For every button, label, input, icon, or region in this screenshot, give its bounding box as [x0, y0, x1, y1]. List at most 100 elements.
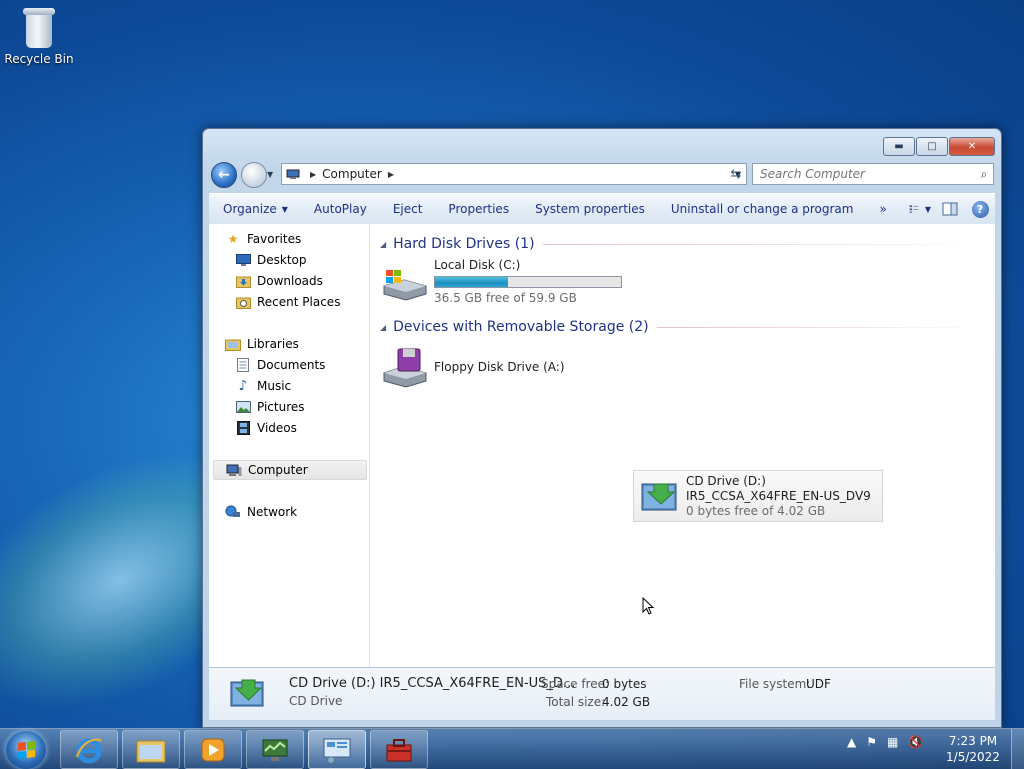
sidebar-item-music[interactable]: ♪ Music — [235, 376, 365, 396]
sidebar-item-label: Videos — [257, 421, 297, 435]
sidebar-item-label: Recent Places — [257, 295, 341, 309]
back-button[interactable]: ← — [211, 162, 237, 188]
sidebar-item-network[interactable]: Network — [225, 502, 365, 522]
sidebar-item-label: Favorites — [247, 232, 302, 246]
refresh-icon: ⇆ — [730, 166, 742, 182]
recycle-bin-icon — [22, 6, 56, 50]
taskbar-control-panel[interactable] — [308, 730, 366, 769]
autoplay-button[interactable]: AutoPlay — [300, 194, 379, 224]
group-header-label: Devices with Removable Storage (2) — [393, 319, 649, 335]
view-options-icon — [909, 205, 919, 213]
action-center-flag-icon[interactable]: ⚑ — [866, 735, 877, 749]
explorer-window: ▬ □ ✕ ← ▼ ▶ Computer ▶ ▼ ⇆ ⌕ Organize ▼ A… — [202, 128, 1002, 728]
drive-name: Floppy Disk Drive (A:) — [434, 359, 565, 374]
breadcrumb-separator-icon[interactable]: ▶ — [388, 170, 394, 179]
search-icon[interactable]: ⌕ — [975, 167, 993, 182]
recycle-bin-desktop-icon[interactable]: Recycle Bin — [4, 6, 74, 66]
toolbox-icon — [386, 738, 412, 761]
downloads-folder-icon — [235, 273, 251, 289]
drive-name: CD Drive (D:) — [686, 473, 766, 488]
sidebar-item-label: Libraries — [247, 337, 299, 351]
network-status-icon[interactable]: ▦ — [887, 735, 898, 749]
taskbar-media-player[interactable] — [184, 730, 242, 769]
collapse-triangle-icon: ◢ — [380, 322, 387, 332]
drive-local-disk-c[interactable]: Local Disk (C:) 36.5 GB free of 59.9 GB — [380, 258, 622, 306]
show-desktop-button[interactable] — [1011, 729, 1024, 769]
control-panel-icon — [323, 738, 351, 763]
navigation-pane: ★ Favorites Desktop Downloads Recent Plac… — [209, 224, 370, 667]
taskbar-clock[interactable]: 7:23 PM 1/5/2022 — [940, 733, 1006, 765]
drive-floppy-a[interactable]: Floppy Disk Drive (A:) — [380, 342, 565, 392]
taskbar: ▲ ⚑ ▦ 🔇 7:23 PM 1/5/2022 — [0, 728, 1024, 769]
mouse-cursor-icon — [642, 597, 654, 615]
sidebar-item-label: Downloads — [257, 274, 323, 288]
taskbar-toolbox-app[interactable] — [370, 730, 428, 769]
collapse-triangle-icon: ◢ — [380, 239, 387, 249]
sidebar-item-label: Desktop — [257, 253, 307, 267]
group-header-hard-disk-drives[interactable]: ◢ Hard Disk Drives (1) — [380, 234, 985, 254]
change-view-button[interactable]: ▼ — [909, 198, 931, 220]
properties-button[interactable]: Properties — [434, 194, 521, 224]
close-button[interactable]: ✕ — [949, 137, 995, 156]
volume-muted-icon[interactable]: 🔇 — [908, 735, 923, 749]
command-bar: Organize ▼ AutoPlay Eject Properties Syst… — [209, 193, 995, 225]
pictures-icon — [235, 399, 251, 415]
file-system-value: UDF — [806, 677, 831, 691]
sidebar-item-pictures[interactable]: Pictures — [235, 397, 365, 417]
help-icon: ? — [971, 200, 989, 218]
taskbar-windows-explorer[interactable] — [122, 730, 180, 769]
drive-free-space: 36.5 GB free of 59.9 GB — [434, 291, 577, 305]
sidebar-item-libraries[interactable]: Libraries — [225, 334, 365, 354]
start-button[interactable] — [6, 731, 46, 769]
sidebar-item-label: Documents — [257, 358, 326, 372]
system-tray: ▲ ⚑ ▦ 🔇 — [842, 735, 928, 749]
minimize-button[interactable]: ▬ — [883, 137, 915, 156]
back-arrow-icon: ← — [218, 167, 230, 183]
drive-volume-label: IR5_CCSA_X64FRE_EN-US_DV9 — [686, 488, 871, 503]
disk-usage-bar — [434, 276, 622, 288]
computer-icon — [226, 462, 242, 478]
drive-cd-d[interactable]: CD Drive (D:) IR5_CCSA_X64FRE_EN-US_DV9 … — [633, 470, 883, 522]
search-box[interactable]: ⌕ — [752, 163, 994, 185]
eject-button[interactable]: Eject — [379, 194, 435, 224]
sidebar-item-desktop[interactable]: Desktop — [235, 250, 365, 270]
sidebar-item-videos[interactable]: Videos — [235, 418, 365, 438]
maximize-button[interactable]: □ — [916, 137, 948, 156]
recent-pages-dropdown-icon[interactable]: ▼ — [267, 170, 273, 179]
sidebar-item-recent-places[interactable]: Recent Places — [235, 292, 365, 312]
system-properties-button[interactable]: System properties — [521, 194, 657, 224]
recycle-bin-label: Recycle Bin — [4, 52, 74, 66]
drive-name: Local Disk (C:) — [434, 258, 521, 272]
chevron-down-icon: ▼ — [924, 204, 931, 214]
details-pane: CD Drive (D:) IR5_CCSA_X64FRE_EN-US_D...… — [209, 667, 995, 720]
sidebar-item-computer[interactable]: Computer — [213, 460, 367, 480]
folder-icon — [136, 740, 166, 762]
address-bar[interactable]: ▶ Computer ▶ ▼ — [281, 163, 747, 185]
breadcrumb-separator-icon[interactable]: ▶ — [310, 170, 316, 179]
sidebar-item-favorites[interactable]: ★ Favorites — [225, 229, 365, 249]
sidebar-item-documents[interactable]: Documents — [235, 355, 365, 375]
disk-usage-fill — [435, 277, 508, 287]
more-commands-button[interactable]: » — [865, 194, 898, 224]
search-input[interactable] — [753, 166, 975, 182]
refresh-button[interactable]: ⇆ — [725, 164, 747, 184]
show-hidden-icons-icon[interactable]: ▲ — [847, 735, 856, 749]
file-system-label: File system: — [739, 677, 811, 691]
documents-icon — [235, 357, 251, 373]
breadcrumb-computer[interactable]: Computer — [322, 167, 382, 181]
help-button[interactable]: ? — [969, 198, 991, 220]
music-note-icon: ♪ — [238, 378, 248, 394]
preview-pane-button[interactable] — [939, 198, 961, 220]
forward-button[interactable] — [241, 162, 267, 188]
group-header-label: Hard Disk Drives (1) — [393, 236, 535, 252]
organize-button[interactable]: Organize ▼ — [209, 194, 300, 224]
recent-places-icon — [235, 294, 251, 310]
cd-drive-icon — [640, 474, 680, 518]
sidebar-item-downloads[interactable]: Downloads — [235, 271, 365, 291]
uninstall-program-button[interactable]: Uninstall or change a program — [657, 194, 866, 224]
taskbar-app-network[interactable] — [246, 730, 304, 769]
caption-buttons: ▬ □ ✕ — [882, 137, 995, 156]
floppy-drive-icon — [380, 345, 428, 389]
taskbar-internet-explorer[interactable] — [60, 730, 118, 769]
group-header-removable-storage[interactable]: ◢ Devices with Removable Storage (2) — [380, 317, 985, 337]
